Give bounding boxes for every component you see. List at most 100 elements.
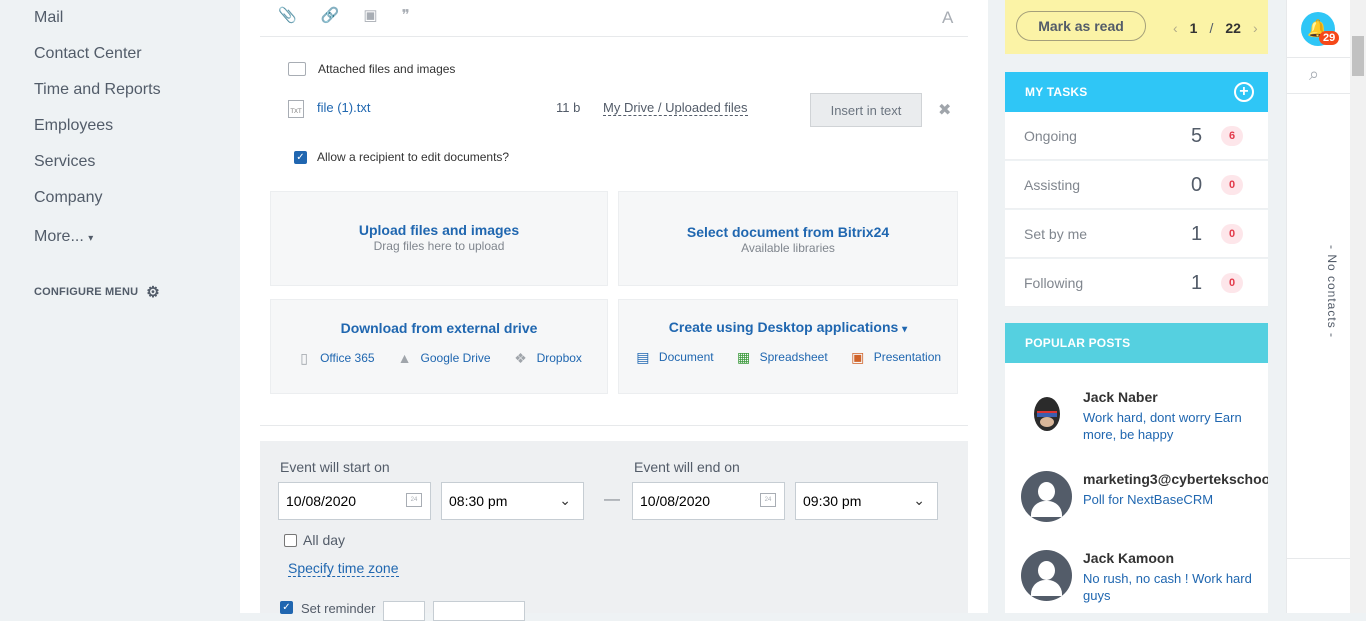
divider [260,425,968,426]
desktop-apps-label: Create using Desktop applications [668,319,899,335]
end-time-select[interactable]: 09:30 pm ⌄ [795,482,938,520]
avatar [1021,550,1072,601]
task-count: 5 [1191,125,1203,147]
attachment-icon [288,62,306,76]
office365-label: Office 365 [320,351,375,365]
divider [1287,93,1351,94]
post-text[interactable]: Poll for NextBaseCRM [1083,491,1263,508]
video-icon[interactable]: ▣ [363,6,377,24]
calendar-icon[interactable]: 24 [406,493,422,507]
link-icon[interactable]: 🔗 [321,6,340,24]
search-icon[interactable]: ⌕ [1309,64,1319,85]
task-label: Following [1024,275,1084,291]
remove-file-icon[interactable]: ✖ [938,100,951,120]
gear-icon: ⚙ [146,284,160,301]
end-date-value: 10/08/2020 [640,493,711,509]
menu-item-services[interactable]: Services [34,153,95,171]
task-count: 1 [1191,223,1203,245]
reminder-amount-input[interactable] [383,601,426,621]
calendar-icon[interactable]: 24 [760,493,776,507]
event-settings: Event will start on Event will end on 10… [260,441,968,621]
select-document-sub: Available libraries [741,241,835,255]
left-menu: Mail Contact Center Time and Reports Emp… [0,0,240,613]
attach-file-icon[interactable]: 📎 [278,6,297,24]
task-row-assisting[interactable]: Assisting 0 0 [1005,161,1268,209]
create-spreadsheet-option[interactable]: ▦ Spreadsheet [736,349,828,365]
office365-option[interactable]: ▯ Office 365 [296,350,374,366]
post-text[interactable]: Work hard, dont worry Earn more, be happ… [1083,409,1263,443]
configure-menu-button[interactable]: CONFIGURE MENU ⚙ [34,283,160,301]
menu-item-company[interactable]: Company [34,189,102,207]
reminder-row: ✓ Set reminder [280,601,526,621]
file-size: 11 b [556,100,581,115]
external-drive-box: Download from external drive ▯ Office 365… [270,299,608,394]
chevron-down-icon: ⌄ [559,492,571,508]
specify-time-zone-link[interactable]: Specify time zone [288,560,399,577]
upload-files-sub: Drag files here to upload [373,239,505,253]
desktop-apps-title[interactable]: Create using Desktop applications ▾ [619,319,957,335]
my-tasks-title[interactable]: MY TASKS [1025,85,1088,99]
start-date-value: 10/08/2020 [286,493,357,509]
end-date-input[interactable]: 10/08/2020 24 [632,482,785,520]
menu-item-employees[interactable]: Employees [34,117,113,135]
text-format-icon[interactable]: A [942,8,953,28]
quote-icon[interactable]: ❞ [402,6,410,24]
divider [1287,558,1351,559]
document-icon: ▤ [636,349,650,365]
menu-item-mail[interactable]: Mail [34,9,63,27]
divider [1287,57,1351,58]
office365-icon: ▯ [300,350,308,366]
post-text[interactable]: No rush, no cash ! Work hard guys [1083,570,1263,604]
dropbox-option[interactable]: ❖ Dropbox [513,350,582,366]
create-presentation-label: Presentation [873,350,942,364]
task-badge: 6 [1221,126,1243,146]
upload-files-box[interactable]: Upload files and images Drag files here … [270,191,608,286]
start-time-value: 08:30 pm [449,493,508,509]
dropbox-label: Dropbox [536,351,582,365]
menu-item-contact-center[interactable]: Contact Center [34,45,142,63]
add-task-icon[interactable]: + [1234,82,1254,102]
popular-posts-header: POPULAR POSTS [1005,323,1268,363]
menu-more-label: More... [34,228,84,245]
all-day-checkbox[interactable] [284,533,297,547]
chevron-right-icon[interactable]: › [1253,20,1258,36]
range-dash: — [604,491,620,508]
notice-pager: ‹ 1 / 22 › [1173,20,1258,36]
end-time-value: 09:30 pm [803,493,862,509]
file-path-link[interactable]: My Drive / Uploaded files [603,100,748,116]
menu-item-more[interactable]: More... ▾ [34,228,93,246]
page-scrollbar[interactable] [1350,0,1366,613]
notification-bar: Mark as read ‹ 1 / 22 › [1005,0,1268,54]
page-total: 22 [1225,20,1241,36]
create-presentation-option[interactable]: ▣ Presentation [850,349,941,365]
configure-menu-label: CONFIGURE MENU [34,286,139,298]
caret-down-icon: ▾ [902,324,908,335]
popular-posts-list: Jack Naber Work hard, dont worry Earn mo… [1005,363,1268,613]
create-document-option[interactable]: ▤ Document [635,349,713,365]
menu-item-time-and-reports[interactable]: Time and Reports [34,81,161,99]
task-badge: 0 [1221,273,1243,293]
insert-in-text-button[interactable]: Insert in text [810,93,922,127]
allow-edit-checkbox[interactable]: ✓ [294,150,307,164]
start-time-select[interactable]: 08:30 pm ⌄ [441,482,584,520]
all-day-row: All day [284,532,345,548]
file-name-link[interactable]: file (1).txt [317,100,370,115]
notification-count: 29 [1319,31,1340,45]
google-drive-icon: ▲ [397,350,412,366]
scrollbar-thumb[interactable] [1352,36,1364,76]
task-row-following[interactable]: Following 1 0 [1005,259,1268,307]
task-row-ongoing[interactable]: Ongoing 5 6 [1005,112,1268,160]
reminder-unit-select[interactable] [433,601,526,621]
upload-files-title: Upload files and images [358,222,520,238]
reminder-checkbox[interactable]: ✓ [280,601,293,614]
external-drive-title[interactable]: Download from external drive [271,320,607,336]
chevron-left-icon[interactable]: ‹ [1173,20,1178,36]
mark-as-read-button[interactable]: Mark as read [1016,11,1146,41]
google-drive-label: Google Drive [420,351,491,365]
task-row-set-by-me[interactable]: Set by me 1 0 [1005,210,1268,258]
select-document-box[interactable]: Select document from Bitrix24 Available … [618,191,958,286]
desktop-apps-box: Create using Desktop applications ▾ ▤ Doc… [618,299,958,394]
select-document-title: Select document from Bitrix24 [686,224,890,240]
start-date-input[interactable]: 10/08/2020 24 [278,482,431,520]
google-drive-option[interactable]: ▲ Google Drive [397,350,491,366]
